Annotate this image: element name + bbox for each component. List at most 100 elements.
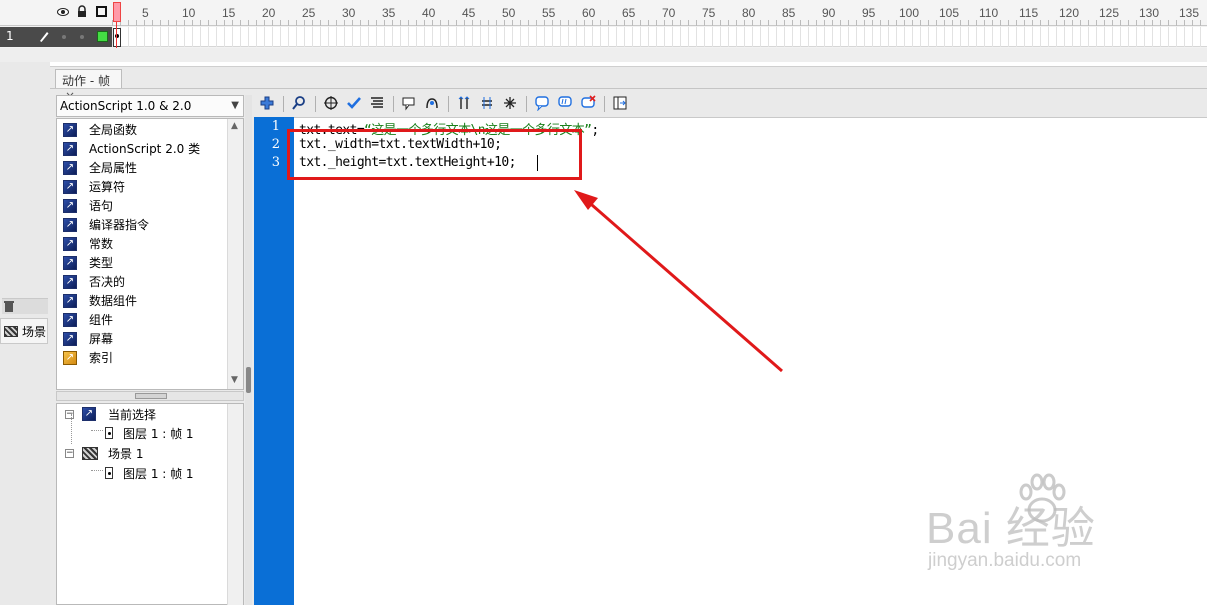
index-book-icon: ↗: [63, 350, 77, 365]
ruler-tick: [752, 20, 753, 26]
nav-scene[interactable]: − 场景 1: [65, 444, 143, 462]
toolbox-item[interactable]: ↗ 类型: [63, 253, 113, 272]
ruler-tick: [840, 20, 841, 26]
layer-header[interactable]: 1: [0, 27, 112, 47]
ruler-tick: [768, 20, 769, 26]
collapse-icon[interactable]: −: [65, 409, 74, 419]
eye-icon[interactable]: [57, 6, 69, 21]
ruler-tick: [1064, 20, 1065, 26]
target-icon[interactable]: [322, 95, 340, 113]
ruler-tick-label: 35: [382, 6, 396, 20]
frame-cells[interactable]: [112, 27, 1207, 47]
scroll-up-icon[interactable]: ▲: [231, 121, 238, 131]
book-icon: ↗: [63, 141, 77, 156]
actionscript-version-select[interactable]: ActionScript 1.0 & 2.0 ▼: [56, 95, 244, 117]
book-icon: ↗: [63, 293, 77, 308]
ruler-tick: [344, 20, 345, 26]
remove-comment-icon[interactable]: [579, 95, 597, 113]
select-value: ActionScript 1.0 & 2.0: [60, 99, 192, 113]
toolbox-item[interactable]: ↗ 编译器指令: [63, 215, 149, 234]
ruler-tick: [688, 20, 689, 26]
ruler-tick: [1000, 20, 1001, 26]
ruler-tick: [1120, 20, 1121, 26]
lock-dot-icon[interactable]: [80, 35, 84, 39]
find-icon[interactable]: [290, 95, 308, 113]
line-number: 2: [271, 137, 280, 152]
book-icon: ↗: [63, 198, 77, 213]
collapse-icon[interactable]: −: [65, 448, 74, 458]
ruler-tick: [160, 20, 161, 26]
scene-tab[interactable]: 场景: [0, 318, 48, 344]
playhead[interactable]: [113, 2, 121, 22]
add-item-icon[interactable]: [258, 95, 276, 113]
ruler-tick: [920, 20, 921, 26]
pencil-icon: [38, 29, 50, 46]
toolbox-item[interactable]: ↗ 全局属性: [63, 158, 137, 177]
ruler-tick: [520, 20, 521, 26]
navigator-scrollbar[interactable]: [227, 404, 243, 605]
ruler-tick: [1184, 20, 1185, 26]
timeline-ruler[interactable]: 5 10 15 20 25 30 35 40 45 50 55 60 65 70 75 80 85 90 95 100…: [112, 0, 1207, 26]
ruler-tick: [504, 20, 505, 26]
apply-block-comment-icon[interactable]: [533, 95, 551, 113]
toolbox-item[interactable]: ↗ 屏幕: [63, 329, 113, 348]
ruler-tick: [1072, 20, 1073, 26]
ruler-tick: [440, 20, 441, 26]
line-number: 3: [271, 155, 280, 170]
ruler-tick-label: 50: [502, 6, 516, 20]
ruler-tick: [208, 20, 209, 26]
ruler-tick: [968, 20, 969, 26]
collapse-braces-icon[interactable]: [455, 95, 473, 113]
code-hint-icon[interactable]: [400, 95, 418, 113]
toolbox-item[interactable]: ↗ 运算符: [63, 177, 125, 196]
toolbox-item[interactable]: ↗ 索引: [63, 348, 113, 367]
ruler-tick: [192, 20, 193, 26]
lock-icon[interactable]: [77, 5, 87, 21]
split-handle[interactable]: [245, 95, 252, 605]
toolbox-item[interactable]: ↗ 组件: [63, 310, 113, 329]
expand-all-icon[interactable]: [501, 95, 519, 113]
toolbox-item[interactable]: ↗ ActionScript 2.0 类: [63, 139, 200, 158]
ruler-tick: [624, 20, 625, 26]
keyframe[interactable]: [113, 28, 121, 47]
panel-resize-bar[interactable]: [56, 391, 244, 401]
toolbox-item[interactable]: ↗ 否决的: [63, 272, 125, 291]
collapse-selection-icon[interactable]: [478, 95, 496, 113]
toolbox-item[interactable]: ↗ 常数: [63, 234, 113, 253]
auto-format-icon[interactable]: [368, 95, 386, 113]
show-toolbox-icon[interactable]: [611, 95, 629, 113]
ruler-tick-label: 105: [939, 6, 960, 20]
check-syntax-icon[interactable]: [345, 95, 363, 113]
toolbox-scrollbar[interactable]: ▲ ▼: [227, 119, 243, 389]
toolbox-item[interactable]: ↗ 数据组件: [63, 291, 137, 310]
ruler-tick-label: 115: [1019, 6, 1039, 20]
scroll-down-icon[interactable]: ▼: [231, 375, 238, 385]
toolbox-item[interactable]: ↗ 全局函数: [63, 120, 137, 139]
ruler-tick: [1176, 20, 1177, 26]
ruler-tick-label: 130: [1139, 6, 1160, 20]
debug-options-icon[interactable]: [423, 95, 441, 113]
trash-icon[interactable]: [4, 300, 14, 316]
ruler-tick: [456, 20, 457, 26]
visibility-dot-icon[interactable]: [62, 35, 66, 39]
watermark-url: jingyan.baidu.com: [928, 550, 1082, 571]
toolbox-item[interactable]: ↗ 语句: [63, 196, 113, 215]
nav-current-selection[interactable]: − ↗ 当前选择: [65, 405, 156, 423]
ruler-tick: [656, 20, 657, 26]
ruler-tick: [368, 20, 369, 26]
ruler-tick: [432, 20, 433, 26]
tab-actions-frame[interactable]: 动作 - 帧 ×: [55, 69, 122, 103]
ruler-tick: [784, 20, 785, 26]
ruler-tick-label: 90: [822, 6, 836, 20]
nav-current-frame[interactable]: 图层 1 : 帧 1: [105, 424, 194, 442]
ruler-tick: [184, 20, 185, 26]
apply-line-comment-icon[interactable]: [556, 95, 574, 113]
ruler-tick-label: 120: [1059, 6, 1080, 20]
outline-color-icon[interactable]: [97, 31, 108, 42]
ruler-tick-label: 40: [422, 6, 436, 20]
ruler-tick: [744, 20, 745, 26]
ruler-tick: [696, 20, 697, 26]
nav-scene-frame[interactable]: 图层 1 : 帧 1: [105, 464, 194, 482]
ruler-tick: [952, 20, 953, 26]
outline-square-icon[interactable]: [96, 6, 107, 17]
